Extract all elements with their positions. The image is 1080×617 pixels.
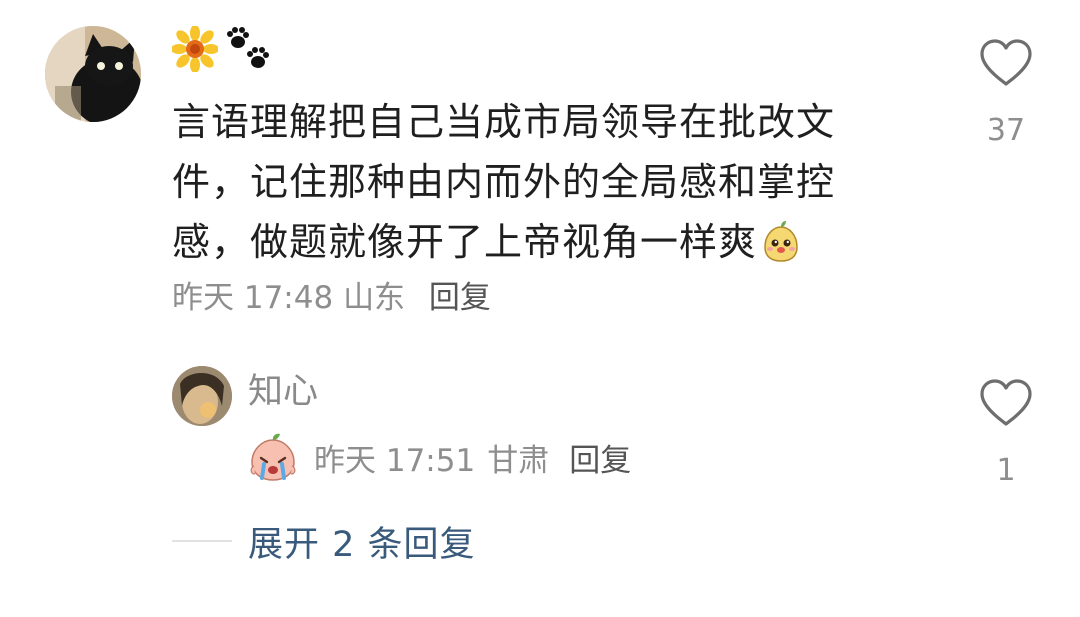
- comment-text-line: 言语理解把自己当成市局领导在批改文: [172, 100, 836, 144]
- comment-like-button[interactable]: 37: [976, 38, 1036, 148]
- comment-location: 山东: [343, 280, 406, 316]
- heart-outline-icon: [980, 39, 1032, 86]
- comment-date: 昨天 17:48: [172, 280, 334, 316]
- expand-replies[interactable]: 展开 2 条回复: [172, 516, 476, 566]
- comment-text: 言语理解把自己当成市局领导在批改文 件，记住那种由内而外的全局感和掌控 感，做题…: [172, 92, 892, 272]
- reply-date: 昨天 17:51: [314, 442, 476, 479]
- comment-like-count: 37: [986, 113, 1026, 148]
- smiling-pear-sticker-icon: [764, 221, 798, 262]
- heart-outline-icon: [980, 379, 1032, 426]
- reply-avatar[interactable]: [172, 366, 232, 426]
- reply-meta: 昨天 17:51 甘肃 回复: [248, 432, 631, 482]
- comment-avatar[interactable]: [45, 26, 141, 122]
- reply-like-button[interactable]: 1: [976, 378, 1036, 488]
- reply-username[interactable]: 知心: [248, 368, 318, 416]
- crying-peach-sticker-icon: [250, 433, 296, 481]
- comment-username[interactable]: [172, 24, 274, 74]
- reply-location: 甘肃: [487, 442, 550, 479]
- comment-reply-button[interactable]: 回复: [429, 280, 491, 316]
- reply-reply-button[interactable]: 回复: [569, 435, 631, 480]
- paw-prints-icon: [227, 27, 269, 68]
- comment-text-line: 感，做题就像开了上帝视角一样爽: [172, 220, 758, 264]
- cat-avatar-image: [45, 26, 141, 122]
- person-avatar-image: [172, 366, 232, 426]
- sunflower-icon: [172, 26, 218, 72]
- comment-text-line: 件，记住那种由内而外的全局感和掌控: [172, 160, 836, 204]
- expand-divider: [172, 540, 232, 542]
- reply-like-count: 1: [996, 453, 1016, 488]
- comment-meta: 昨天 17:48 山东 回复: [172, 276, 491, 320]
- expand-replies-label[interactable]: 展开 2 条回复: [248, 516, 476, 567]
